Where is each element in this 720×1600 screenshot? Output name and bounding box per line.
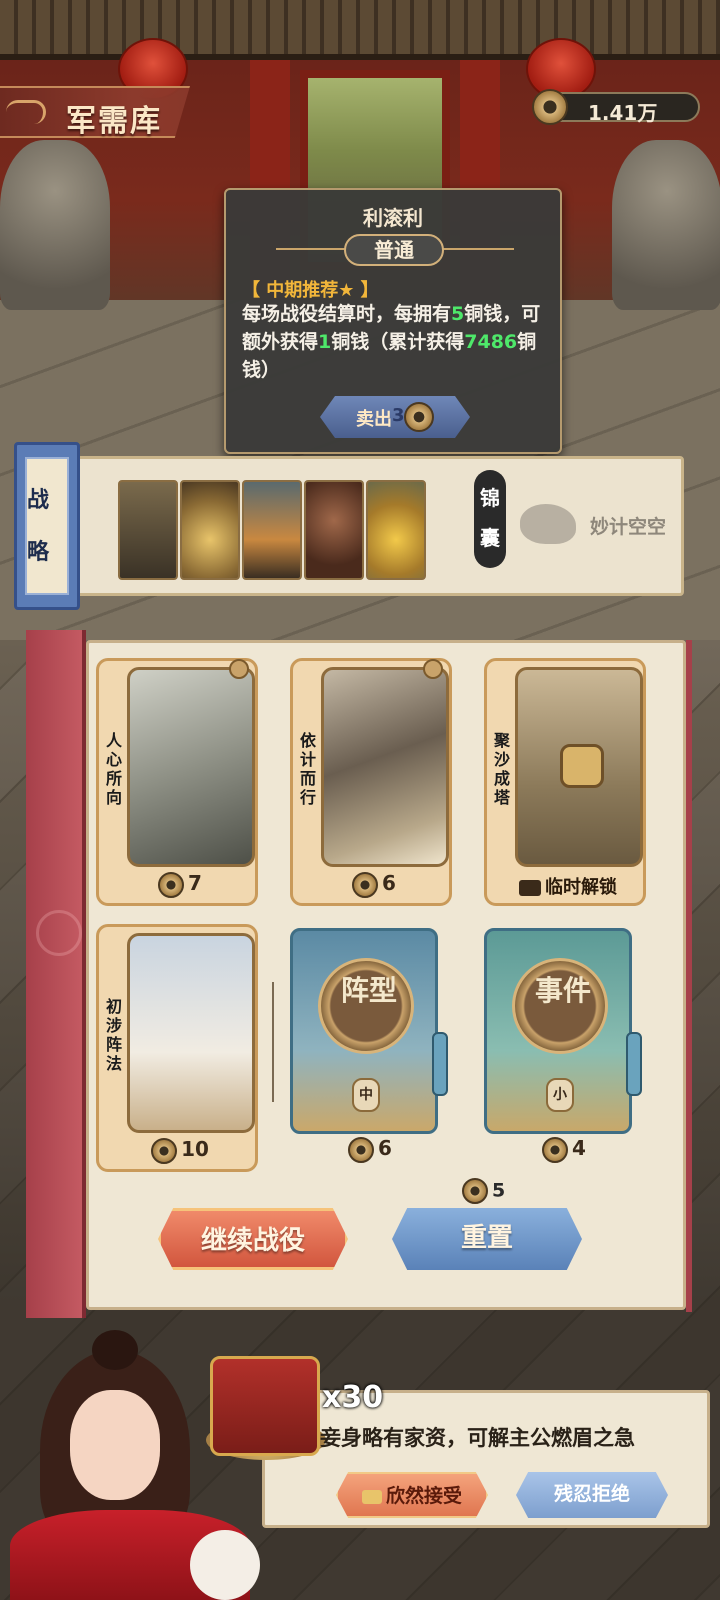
reset-cost: 5 (462, 1178, 505, 1204)
reset-button[interactable]: 重置 (392, 1208, 582, 1270)
coin-balance: 1.41万 (532, 89, 700, 125)
copper-coin-icon (532, 89, 568, 125)
card-art (515, 667, 643, 867)
video-ad-icon (519, 880, 541, 896)
pack-seal: 事件 (512, 958, 608, 1054)
continue-campaign-button[interactable]: 继续战役 (158, 1208, 348, 1270)
strategy-tag: 战略 (14, 442, 80, 610)
card-price: 7 (99, 871, 261, 898)
temple-roof (0, 0, 720, 60)
pack-price: 6 (290, 1136, 450, 1163)
empty-kit-icon[interactable] (520, 504, 576, 544)
video-ad-icon (361, 1489, 382, 1504)
shop-card[interactable]: 初涉阵法 10 (96, 924, 258, 1172)
copper-coin-icon (348, 1136, 375, 1163)
locked-shop-card[interactable]: 聚沙成塔 临时解锁 (484, 658, 646, 906)
pack-seal-text: 事件 (534, 974, 591, 1007)
coin-balance-amount: 1.41万 (588, 101, 658, 125)
pack-seal-text: 阵型 (340, 974, 397, 1007)
game-scene: 军需库 1.41万 利滚利 普通 【 中期推荐★ 】 每场战役结算时，每拥有5铜… (0, 0, 720, 1600)
item-name: 利滚利 (363, 206, 423, 230)
shop-card[interactable]: 依计而行 6 (290, 658, 452, 906)
pack-price: 4 (484, 1136, 644, 1163)
lock-icon[interactable] (423, 659, 443, 679)
recommend-tag: 【 中期推荐★ 】 (242, 280, 379, 301)
copper-coin-icon (462, 1178, 488, 1204)
strategy-slot-5[interactable] (366, 480, 426, 580)
copper-coin-icon (542, 1136, 569, 1163)
strategy-slot-2[interactable] (180, 480, 240, 580)
divider (272, 982, 274, 1102)
sell-button[interactable]: 卖出 3 (320, 396, 470, 438)
formation-pack[interactable]: 阵型 中 6 (290, 928, 450, 1178)
copper-coin-icon (404, 402, 434, 432)
sell-button-label: 卖出 (356, 409, 392, 430)
pack-seal: 阵型 (318, 958, 414, 1054)
item-tooltip: 利滚利 普通 【 中期推荐★ 】 每场战役结算时，每拥有5铜钱，可额外获得1铜钱… (224, 188, 562, 454)
strategy-tag-label: 战略 (26, 488, 49, 565)
lantern-right (526, 38, 596, 100)
reject-offer-button[interactable]: 残忍拒绝 (516, 1472, 668, 1518)
stone-lion-left (0, 140, 110, 310)
strategy-slot-3[interactable] (242, 480, 302, 580)
panel-ribbon (26, 630, 86, 1318)
pack-size: 中 (352, 1078, 380, 1112)
accept-offer-button[interactable]: 欣然接受 (336, 1472, 488, 1518)
strategy-slot-1[interactable] (118, 480, 178, 580)
copper-coin-icon (158, 871, 185, 898)
page-title-banner: 军需库 (0, 86, 190, 138)
strategy-slot-4[interactable] (304, 480, 364, 580)
event-pack[interactable]: 事件 小 4 (484, 928, 644, 1178)
sell-price: 3 (392, 405, 405, 426)
owned-strategies (118, 480, 426, 580)
stone-lion-right (612, 140, 720, 310)
card-art (127, 933, 255, 1133)
copper-coin-icon (151, 1137, 178, 1164)
card-art (321, 667, 449, 867)
shop-card[interactable]: 人心所向 7 (96, 658, 258, 906)
padlock-icon (560, 744, 604, 788)
card-title: 依计而行 (299, 731, 316, 807)
item-rarity: 普通 (344, 234, 444, 266)
card-title: 聚沙成塔 (493, 731, 510, 807)
item-description: 每场战役结算时，每拥有5铜钱，可额外获得1铜钱（累计获得7486铜钱） (242, 303, 541, 381)
empty-kit-text: 妙计空空 (590, 516, 667, 538)
card-title: 初涉阵法 (105, 997, 122, 1073)
card-price: 6 (293, 871, 455, 898)
offer-multiplier: x30 (322, 1380, 384, 1415)
treasure-chest-icon (210, 1356, 320, 1456)
card-art (127, 667, 255, 867)
page-title: 军需库 (66, 104, 162, 139)
lock-icon[interactable] (229, 659, 249, 679)
offer-text: 妾身略有家资，可解主公燃眉之急 (320, 1426, 635, 1450)
pack-size: 小 (546, 1078, 574, 1112)
card-title: 人心所向 (105, 731, 122, 807)
kit-tag: 锦囊 (474, 470, 506, 568)
copper-coin-icon (352, 871, 379, 898)
temp-unlock-button[interactable]: 临时解锁 (487, 873, 649, 899)
card-price: 10 (99, 1137, 261, 1164)
swirl-ornament-icon (6, 100, 46, 124)
